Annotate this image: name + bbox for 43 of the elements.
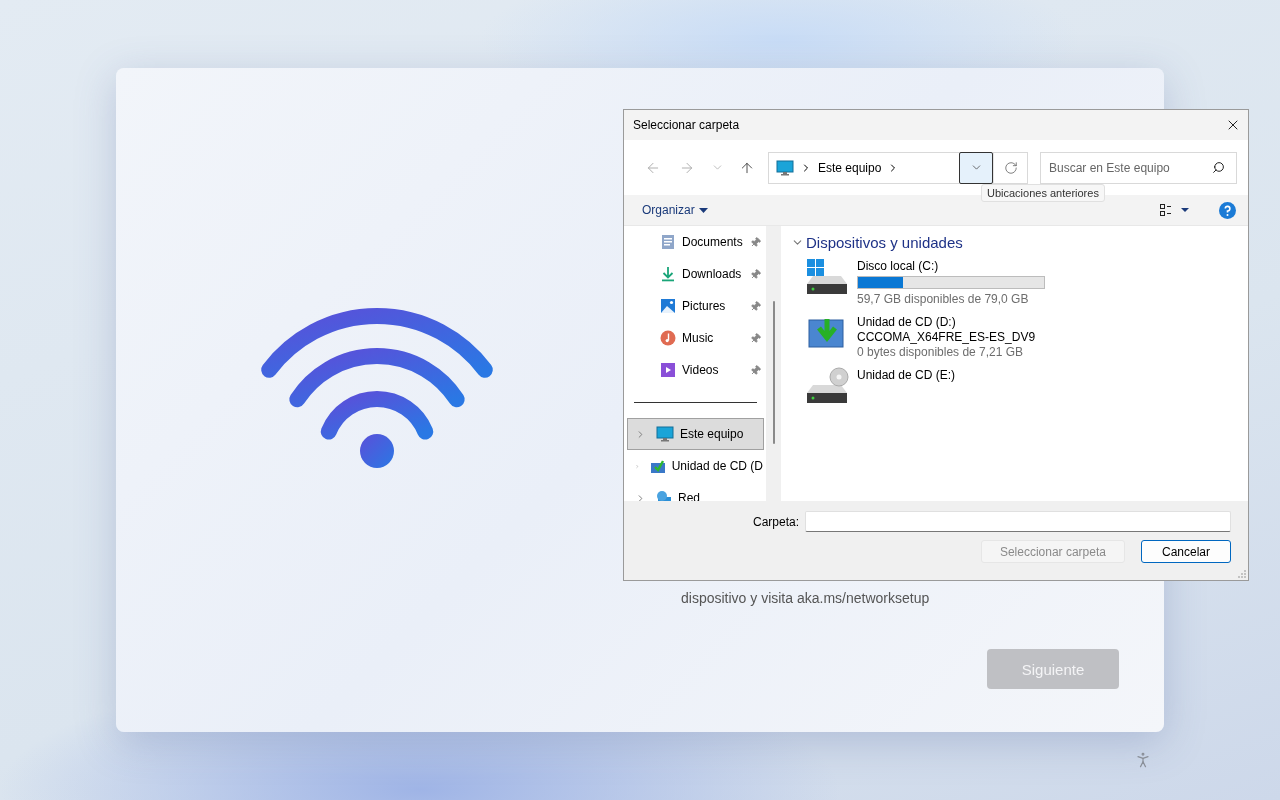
cancel-button[interactable]: Cancelar	[1140, 540, 1231, 563]
scrollbar-thumb[interactable]	[772, 301, 775, 444]
drive-name[interactable]: Disco local (C:)	[857, 259, 1045, 274]
nav-item[interactable]: Music	[627, 322, 764, 354]
picture-icon	[660, 298, 676, 314]
music-icon	[660, 330, 676, 346]
nav-item[interactable]: Documents	[627, 226, 764, 258]
folder-label: Carpeta:	[752, 514, 799, 529]
address-bar[interactable]: Este equipo	[768, 151, 1028, 184]
nav-item[interactable]: Pictures	[627, 290, 764, 322]
dialog-title: Seleccionar carpeta	[633, 118, 740, 132]
free-space: 59,7 GB disponibles de 79,0 GB	[857, 292, 1030, 307]
document-icon	[660, 234, 676, 250]
nav-item[interactable]: Videos	[627, 354, 764, 386]
drive-name[interactable]: Unidad de CD (E:)	[857, 368, 956, 383]
refresh-icon	[1003, 160, 1018, 175]
drive-name[interactable]: Unidad de CD (D:)	[857, 315, 1036, 330]
folder-field[interactable]	[805, 511, 1231, 532]
tooltip: Ubicaciones anteriores	[981, 184, 1105, 202]
breadcrumb[interactable]: Este equipo	[818, 160, 882, 175]
cd-drive-icon	[805, 367, 849, 405]
expand-icon	[635, 492, 646, 501]
caret-icon	[698, 207, 708, 213]
tree-item[interactable]: Unidad de CD (D	[627, 450, 764, 482]
view-options-icon	[1160, 204, 1190, 216]
download-icon	[660, 266, 676, 282]
volume-label: CCCOMA_X64FRE_ES-ES_DV9	[857, 330, 1036, 345]
hard-drive-icon	[805, 258, 849, 296]
free-space: 0 bytes disponibles de 7,21 GB	[857, 345, 1025, 360]
search-icon	[1212, 160, 1225, 174]
tree-item[interactable]: Este equipo	[627, 418, 764, 450]
history-button[interactable]	[959, 151, 993, 184]
help-text: dispositivo y visita aka.ms/networksetup	[681, 589, 931, 608]
search-field[interactable]: Buscar en Este equipo	[1040, 151, 1237, 184]
monitor-icon	[776, 159, 794, 176]
resize-grip[interactable]	[1238, 570, 1246, 578]
monitor-icon	[656, 426, 674, 442]
drive-icon	[649, 458, 666, 474]
organize-button[interactable]: Organizar	[636, 203, 714, 217]
section-header[interactable]: Dispositivos y unidades	[791, 234, 1248, 251]
video-icon	[660, 362, 676, 378]
help-icon	[1219, 201, 1236, 219]
nav-item[interactable]: Downloads	[627, 258, 764, 290]
